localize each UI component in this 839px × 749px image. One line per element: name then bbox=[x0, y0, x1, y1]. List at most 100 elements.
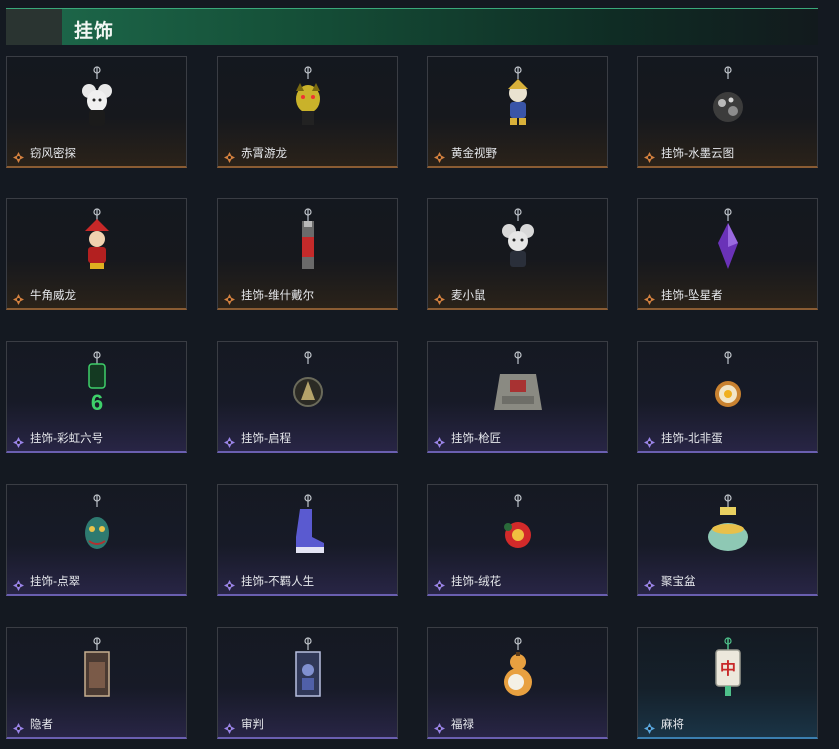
item-label: 挂饰-绒花 bbox=[451, 574, 502, 588]
item-label-row: 挂饰-维什戴尔 bbox=[224, 287, 315, 305]
item-label: 挂饰-维什戴尔 bbox=[241, 288, 315, 302]
vest-charm-icon bbox=[488, 350, 548, 422]
item-label: 挂饰-水墨云图 bbox=[661, 146, 735, 160]
item-label-row: 审判 bbox=[224, 716, 264, 734]
red-hat-figure-charm-icon bbox=[67, 207, 127, 279]
mouse-charm-icon bbox=[67, 65, 127, 137]
green-six-charm-icon: 6 bbox=[67, 350, 127, 422]
item-label-row: 麻将 bbox=[644, 716, 684, 734]
item-card[interactable]: 挂饰-坠星者 bbox=[637, 198, 818, 310]
item-card[interactable]: 窃风密探 bbox=[6, 56, 187, 168]
rarity-purple-icon bbox=[434, 433, 445, 448]
item-label: 黄金视野 bbox=[451, 146, 497, 160]
rarity-purple-icon bbox=[13, 719, 24, 734]
item-label-row: 牛角威龙 bbox=[13, 287, 76, 305]
item-label-row: 麦小鼠 bbox=[434, 287, 486, 305]
rarity-gold-icon bbox=[13, 148, 24, 163]
rarity-gold-icon bbox=[434, 290, 445, 305]
rarity-purple-icon bbox=[644, 576, 655, 591]
item-card[interactable]: 牛角威龙 bbox=[6, 198, 187, 310]
item-label: 审判 bbox=[241, 717, 264, 731]
page-title: 挂饰 bbox=[74, 20, 115, 42]
item-label: 挂饰-彩虹六号 bbox=[30, 431, 104, 445]
blade-charm-icon bbox=[278, 207, 338, 279]
item-card[interactable]: 福禄 bbox=[427, 627, 608, 739]
item-label-row: 挂饰-北非蛋 bbox=[644, 430, 723, 448]
item-label-row: 挂饰-彩虹六号 bbox=[13, 430, 104, 448]
item-label: 隐者 bbox=[30, 717, 53, 731]
item-card[interactable]: 隐者 bbox=[6, 627, 187, 739]
item-card[interactable]: 聚宝盆 bbox=[637, 484, 818, 596]
hermit-card-charm-icon bbox=[67, 636, 127, 708]
item-label-row: 福禄 bbox=[434, 716, 474, 734]
rarity-gold-icon bbox=[434, 148, 445, 163]
rarity-purple-icon bbox=[13, 576, 24, 591]
purple-crystal-charm-icon bbox=[698, 207, 758, 279]
rarity-purple-icon bbox=[434, 576, 445, 591]
rarity-purple-icon bbox=[644, 433, 655, 448]
gold-figure-charm-icon bbox=[488, 65, 548, 137]
item-card[interactable]: 麦小鼠 bbox=[427, 198, 608, 310]
item-label-row: 黄金视野 bbox=[434, 145, 497, 163]
egg-dish-charm-icon bbox=[698, 350, 758, 422]
item-card[interactable]: 挂饰-点翠 bbox=[6, 484, 187, 596]
rarity-gold-icon bbox=[224, 148, 235, 163]
item-label-row: 隐者 bbox=[13, 716, 53, 734]
item-label: 挂饰-不羁人生 bbox=[241, 574, 315, 588]
item-card[interactable]: 挂饰-枪匠 bbox=[427, 341, 608, 453]
rarity-purple-icon bbox=[224, 576, 235, 591]
header-tab-block[interactable] bbox=[6, 9, 62, 45]
gourd-charm-icon bbox=[488, 636, 548, 708]
item-card[interactable]: 挂饰-绒花 bbox=[427, 484, 608, 596]
item-card[interactable]: 黄金视野 bbox=[427, 56, 608, 168]
mouse-doll-charm-icon bbox=[488, 207, 548, 279]
rarity-gold-icon bbox=[224, 290, 235, 305]
rarity-purple-icon bbox=[13, 433, 24, 448]
item-card[interactable]: 审判 bbox=[217, 627, 398, 739]
item-label: 挂饰-点翠 bbox=[30, 574, 81, 588]
item-label-row: 聚宝盆 bbox=[644, 573, 696, 591]
rarity-blue-icon bbox=[644, 719, 655, 734]
item-label-row: 挂饰-启程 bbox=[224, 430, 292, 448]
item-card[interactable]: 中麻将 bbox=[637, 627, 818, 739]
item-label-row: 挂饰-枪匠 bbox=[434, 430, 502, 448]
teal-mask-charm-icon bbox=[67, 493, 127, 565]
item-label: 挂饰-坠星者 bbox=[661, 288, 723, 302]
item-label: 聚宝盆 bbox=[661, 574, 696, 588]
item-label: 牛角威龙 bbox=[30, 288, 76, 302]
item-label-row: 挂饰-不羁人生 bbox=[224, 573, 315, 591]
item-card[interactable]: 6 挂饰-彩虹六号 bbox=[6, 341, 187, 453]
item-label-row: 挂饰-坠星者 bbox=[644, 287, 723, 305]
item-label: 挂饰-北非蛋 bbox=[661, 431, 723, 445]
item-label: 福禄 bbox=[451, 717, 474, 731]
item-label: 挂饰-枪匠 bbox=[451, 431, 502, 445]
item-label-row: 窃风密探 bbox=[13, 145, 76, 163]
svg-text:6: 6 bbox=[91, 390, 103, 415]
item-label-row: 挂饰-绒花 bbox=[434, 573, 502, 591]
item-card[interactable]: 挂饰-维什戴尔 bbox=[217, 198, 398, 310]
sneaker-charm-icon bbox=[278, 493, 338, 565]
item-label: 挂饰-启程 bbox=[241, 431, 292, 445]
item-card[interactable]: 挂饰-水墨云图 bbox=[637, 56, 818, 168]
rarity-purple-icon bbox=[224, 433, 235, 448]
item-card[interactable]: 挂饰-启程 bbox=[217, 341, 398, 453]
item-label: 麦小鼠 bbox=[451, 288, 486, 302]
judgment-card-charm-icon bbox=[278, 636, 338, 708]
item-label: 窃风密探 bbox=[30, 146, 76, 160]
category-header: 挂饰 bbox=[6, 8, 818, 45]
item-card[interactable]: 挂饰-北非蛋 bbox=[637, 341, 818, 453]
rarity-gold-icon bbox=[644, 148, 655, 163]
rarity-gold-icon bbox=[644, 290, 655, 305]
red-flower-charm-icon bbox=[488, 493, 548, 565]
item-label-row: 挂饰-点翠 bbox=[13, 573, 81, 591]
item-label-row: 赤霄游龙 bbox=[224, 145, 287, 163]
ink-ball-charm-icon bbox=[698, 65, 758, 137]
item-card[interactable]: 挂饰-不羁人生 bbox=[217, 484, 398, 596]
item-label-row: 挂饰-水墨云图 bbox=[644, 145, 735, 163]
round-emblem-charm-icon bbox=[278, 350, 338, 422]
item-label: 赤霄游龙 bbox=[241, 146, 287, 160]
mahjong-tile-charm-icon: 中 bbox=[698, 636, 758, 708]
treasure-bowl-charm-icon bbox=[698, 493, 758, 565]
dragon-head-charm-icon bbox=[278, 65, 338, 137]
item-card[interactable]: 赤霄游龙 bbox=[217, 56, 398, 168]
